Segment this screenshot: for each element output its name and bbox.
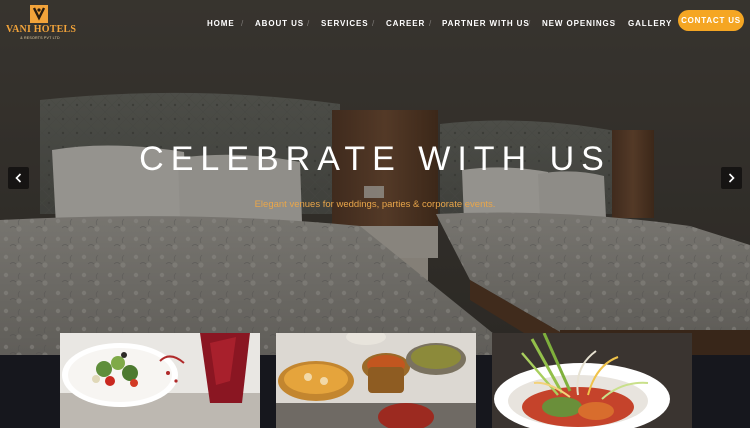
hero-title: CELEBRATE WITH US bbox=[139, 140, 611, 178]
nav-about-us[interactable]: ABOUT US bbox=[255, 17, 304, 31]
page: VANI HOTELS & RESORTS PVT LTD HOME / ABO… bbox=[0, 0, 750, 428]
nav-home[interactable]: HOME bbox=[207, 17, 235, 31]
hero-subtitle: Elegant venues for weddings, parties & c… bbox=[254, 199, 496, 210]
brand-name: VANI HOTELS bbox=[6, 24, 77, 35]
featured-card-salad[interactable] bbox=[60, 333, 260, 428]
nav-services[interactable]: SERVICES bbox=[321, 17, 369, 31]
nav-separator: / bbox=[241, 19, 244, 28]
nav-gallery[interactable]: GALLERY bbox=[628, 17, 672, 31]
nav-separator: / bbox=[613, 19, 616, 28]
nav-separator: / bbox=[528, 19, 531, 28]
nav-separator: / bbox=[372, 19, 375, 28]
nav-separator: / bbox=[307, 19, 310, 28]
site-header: VANI HOTELS & RESORTS PVT LTD HOME / ABO… bbox=[0, 0, 750, 46]
nav-partner-with-us[interactable]: PARTNER WITH US bbox=[442, 17, 530, 31]
garnished-dish-image bbox=[492, 333, 692, 428]
logo-mark-icon bbox=[30, 5, 48, 23]
contact-us-button[interactable]: CONTACT US bbox=[678, 10, 744, 31]
featured-card-curries[interactable] bbox=[276, 333, 476, 428]
chevron-left-icon bbox=[15, 173, 22, 183]
nav-new-openings[interactable]: NEW OPENINGS bbox=[542, 17, 616, 31]
featured-card-garnished-dish[interactable] bbox=[492, 333, 692, 428]
chevron-right-icon bbox=[728, 173, 735, 183]
brand-logo[interactable]: VANI HOTELS & RESORTS PVT LTD bbox=[6, 4, 77, 42]
nav-separator: / bbox=[429, 19, 432, 28]
brand-tagline: & RESORTS PVT LTD bbox=[20, 36, 60, 40]
curry-bowls-image bbox=[276, 333, 476, 428]
slider-next-button[interactable] bbox=[721, 167, 742, 189]
nav-career[interactable]: CAREER bbox=[386, 17, 425, 31]
salad-plate-image bbox=[60, 333, 260, 428]
slider-prev-button[interactable] bbox=[8, 167, 29, 189]
